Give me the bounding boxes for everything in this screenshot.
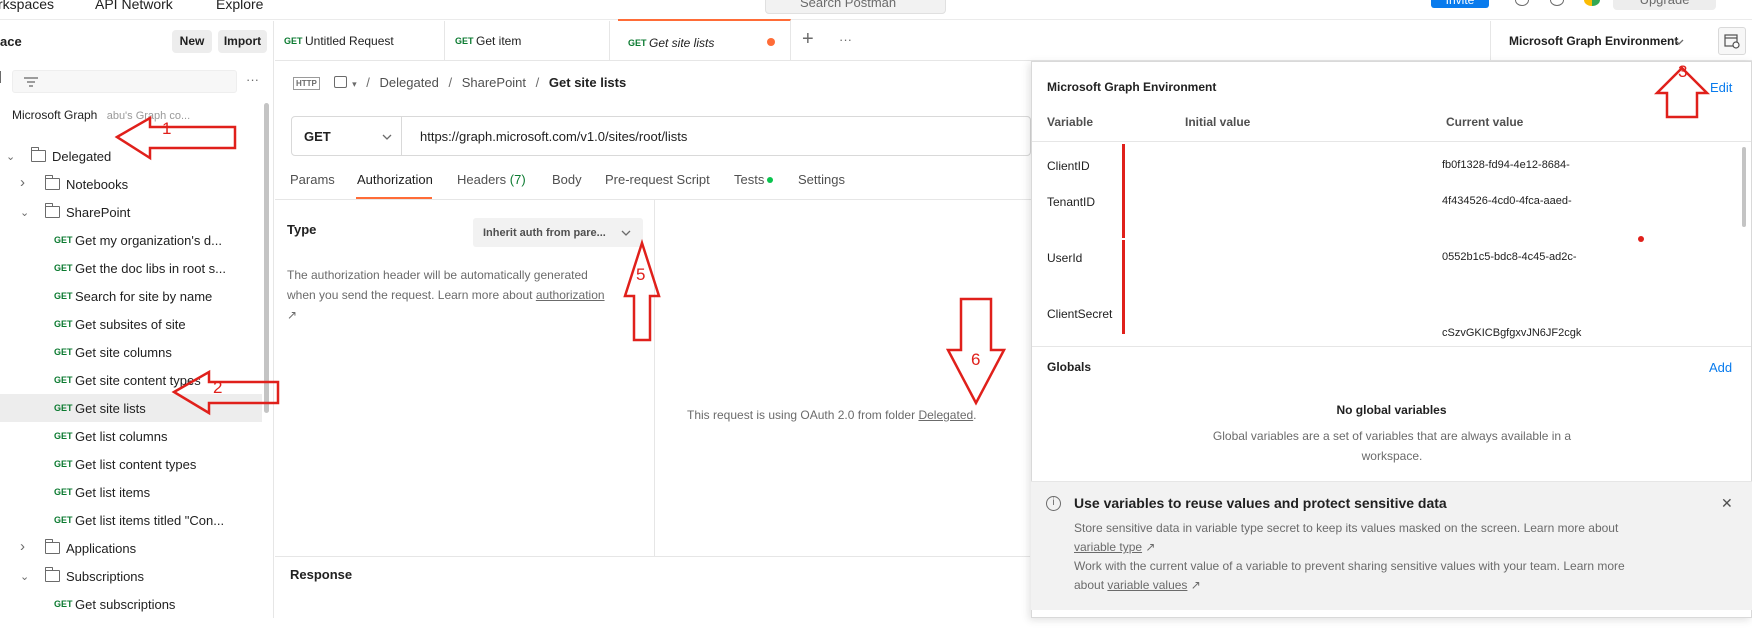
annotation-number: 2: [213, 378, 223, 397]
annotation-line: [1122, 240, 1125, 334]
annotation-line: [1122, 144, 1125, 238]
annotation-number: 5: [636, 265, 646, 284]
annotation-arrow-1: [114, 115, 237, 161]
annotation-number: 3: [1678, 62, 1688, 81]
annotation-dot: [1638, 236, 1644, 242]
annotation-arrow-2: [171, 369, 280, 416]
annotation-layer: [114, 66, 1711, 416]
annotation-number: 1: [162, 119, 172, 138]
annotation-number: 6: [971, 350, 981, 369]
annotation-arrow-5: [623, 238, 661, 342]
